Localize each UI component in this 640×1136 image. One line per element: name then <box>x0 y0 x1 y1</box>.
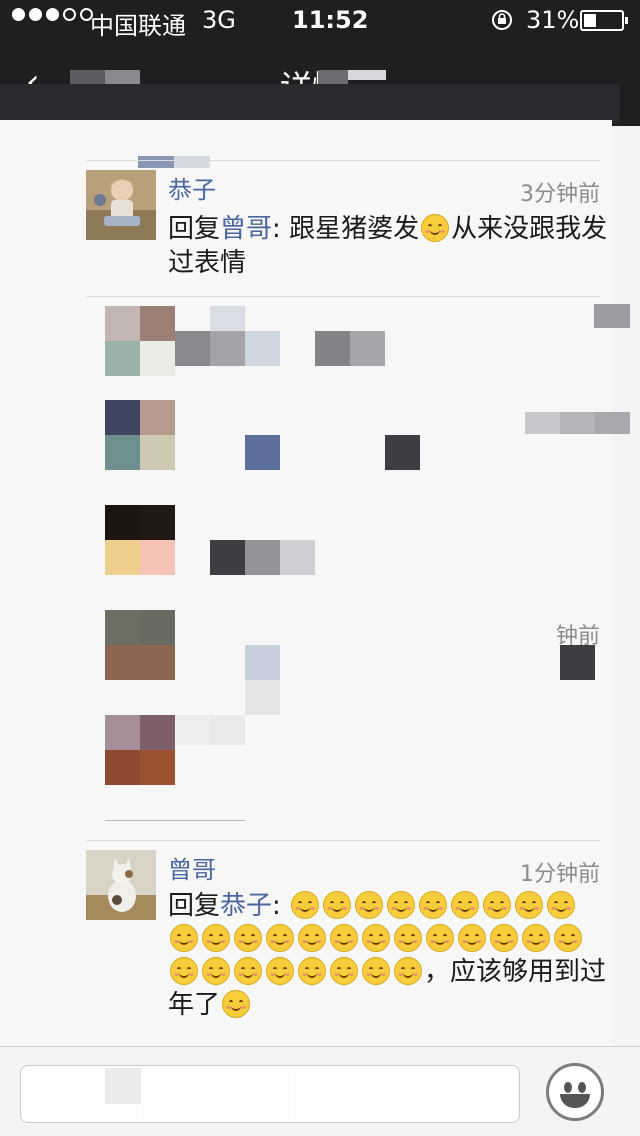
blurred-comment <box>0 304 630 406</box>
divider <box>86 160 600 161</box>
smile-emoji-icon <box>202 957 230 985</box>
smile-emoji-icon <box>554 924 582 952</box>
smile-emoji-icon <box>291 891 320 919</box>
smile-emoji-icon <box>419 891 448 919</box>
rotation-lock-icon <box>490 8 514 32</box>
blurred-comment <box>0 715 612 815</box>
reply-to-link[interactable]: 恭子 <box>220 891 272 921</box>
smile-emoji-icon <box>362 957 390 985</box>
smile-emoji-icon <box>515 891 544 919</box>
smile-emoji-icon <box>451 891 480 919</box>
status-time: 11:52 <box>292 6 369 34</box>
smile-emoji-icon <box>266 924 294 952</box>
smile-emoji-icon <box>355 891 384 919</box>
smile-emoji-icon <box>458 924 486 952</box>
comment-time: 1分钟前 <box>520 862 600 887</box>
smile-emoji-icon <box>266 957 294 985</box>
smile-emoji-icon <box>298 957 326 985</box>
smile-emoji-icon <box>330 924 358 952</box>
network-type: 3G <box>202 6 236 34</box>
battery-percent: 31% <box>526 6 580 34</box>
divider <box>105 820 245 821</box>
smile-emoji-icon <box>170 924 198 952</box>
signal-strength-icon <box>12 8 93 21</box>
status-bar: 中国联通 3G 11:52 31% <box>0 0 640 40</box>
smile-emoji-icon <box>170 957 198 985</box>
smile-emoji-icon <box>490 924 518 952</box>
comment-text: 回复恭子: ，应该够用到过年了 <box>168 891 607 1020</box>
comment-input[interactable] <box>20 1065 520 1123</box>
blurred-comment <box>0 610 612 715</box>
smile-emoji-icon <box>362 924 390 952</box>
smile-emoji-icon <box>222 990 251 1018</box>
smile-emoji-icon <box>387 891 416 919</box>
blurred-comment <box>0 505 612 605</box>
smile-emoji-icon <box>522 924 550 952</box>
comment-author[interactable]: 曾哥 <box>168 850 216 885</box>
blurred-comment <box>0 400 630 500</box>
face-emoji-icon[interactable] <box>546 1063 604 1121</box>
blurred-comment-time: 钟前 <box>555 624 600 649</box>
divider <box>86 840 600 841</box>
smile-emoji-icon <box>547 891 576 919</box>
blurred-band <box>0 84 620 124</box>
smile-emoji-icon <box>394 957 422 985</box>
smile-emoji-icon <box>234 957 262 985</box>
smile-emoji-icon <box>426 924 454 952</box>
carrier-name: 中国联通 <box>90 12 186 40</box>
comment-author[interactable]: 恭子 <box>168 170 216 205</box>
top-bar: 中国联通 3G 11:52 31% ‹ 详情 <box>0 0 640 126</box>
comment-card: 恭子 3分钟前 回复曾哥: 跟星猪婆发 从来没跟我发过表情 钟前 曾哥 1分钟前… <box>0 120 630 1050</box>
comment-time: 3分钟前 <box>520 182 600 207</box>
smile-emoji-icon <box>323 891 352 919</box>
smile-emoji-icon <box>394 924 422 952</box>
avatar[interactable] <box>86 170 156 240</box>
battery-icon <box>580 10 628 31</box>
avatar[interactable] <box>86 850 156 920</box>
smile-emoji-icon <box>483 891 512 919</box>
smile-emoji-icon <box>330 957 358 985</box>
smile-emoji-icon <box>298 924 326 952</box>
smile-emoji-icon <box>421 214 450 242</box>
smile-emoji-icon <box>202 924 230 952</box>
comment-input-bar <box>0 1046 640 1136</box>
divider <box>86 296 600 297</box>
emoji-run-tail <box>220 990 252 1020</box>
smile-emoji-icon <box>234 924 262 952</box>
comment-text: 回复曾哥: 跟星猪婆发 从来没跟我发过表情 <box>168 214 608 278</box>
reply-to-link[interactable]: 曾哥 <box>220 214 272 244</box>
